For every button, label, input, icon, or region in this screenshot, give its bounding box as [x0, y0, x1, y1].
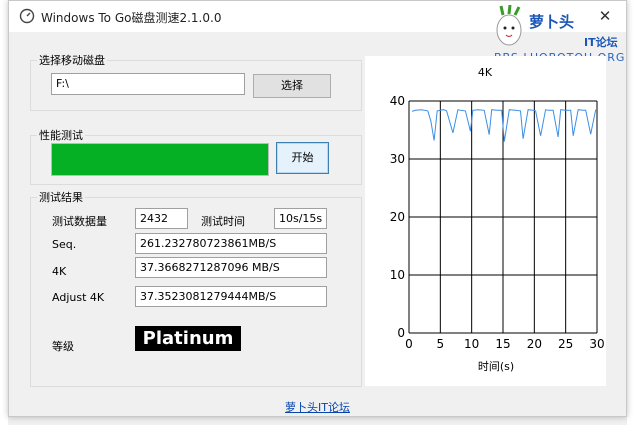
test-progress-bar — [51, 143, 269, 176]
grade-badge: Platinum — [135, 326, 241, 351]
4k-speed-chart: 4K 时间(s) 0 5 10 15 20 25 30 0 10 20 30 40 — [365, 56, 606, 386]
app-window: Windows To Go磁盘测速2.1.0.0 ✕ 萝卜头 IT论坛 BBS.… — [8, 0, 627, 417]
speedometer-icon — [19, 8, 35, 24]
forum-link[interactable]: 萝卜头IT论坛 — [285, 399, 350, 415]
data-size-value: 2432 — [135, 208, 188, 229]
x-tick-label: 30 — [589, 337, 604, 351]
chart-xlabel: 时间(s) — [478, 360, 514, 373]
data-size-label: 测试数据量 — [52, 215, 107, 228]
k4-value: 37.3668271287096 MB/S — [135, 257, 327, 278]
drive-path-field[interactable]: F:\ — [51, 73, 245, 95]
logo-tag: IT论坛 — [584, 36, 618, 49]
background-window-left — [0, 0, 8, 425]
x-tick-label: 5 — [437, 337, 445, 351]
seq-value: 261.232780723861MB/S — [135, 233, 327, 254]
x-tick-label: 15 — [495, 337, 510, 351]
test-time-label: 测试时间 — [201, 215, 245, 228]
chart-title: 4K — [478, 66, 493, 79]
y-tick-label: 40 — [390, 94, 405, 108]
drive-group-legend: 选择移动磁盘 — [39, 54, 105, 67]
logo-name: 萝卜头 — [529, 13, 575, 31]
x-tick-label: 20 — [527, 337, 542, 351]
adjust-4k-value: 37.3523081279444MB/S — [135, 286, 327, 307]
background-window-right — [627, 0, 633, 425]
grade-label: 等级 — [52, 340, 74, 353]
y-tick-label: 30 — [390, 152, 405, 166]
results-group-legend: 测试结果 — [39, 191, 83, 204]
window-title: Windows To Go磁盘测速2.1.0.0 — [41, 11, 222, 25]
y-tick-label: 0 — [397, 326, 405, 340]
test-time-value: 10s/15s — [274, 208, 327, 229]
start-button[interactable]: 开始 — [276, 142, 329, 174]
y-tick-label: 20 — [390, 210, 405, 224]
k4-label: 4K — [52, 265, 67, 278]
y-tick-label: 10 — [390, 268, 405, 282]
x-tick-label: 0 — [405, 337, 413, 351]
adjust-4k-label: Adjust 4K — [52, 291, 105, 304]
x-tick-label: 25 — [558, 337, 573, 351]
seq-label: Seq. — [52, 238, 77, 251]
select-drive-button[interactable]: 选择 — [253, 74, 331, 98]
progress-fill — [52, 144, 268, 175]
x-tick-label: 10 — [464, 337, 479, 351]
perf-group-legend: 性能测试 — [39, 129, 83, 142]
chart-series-line — [411, 109, 597, 142]
